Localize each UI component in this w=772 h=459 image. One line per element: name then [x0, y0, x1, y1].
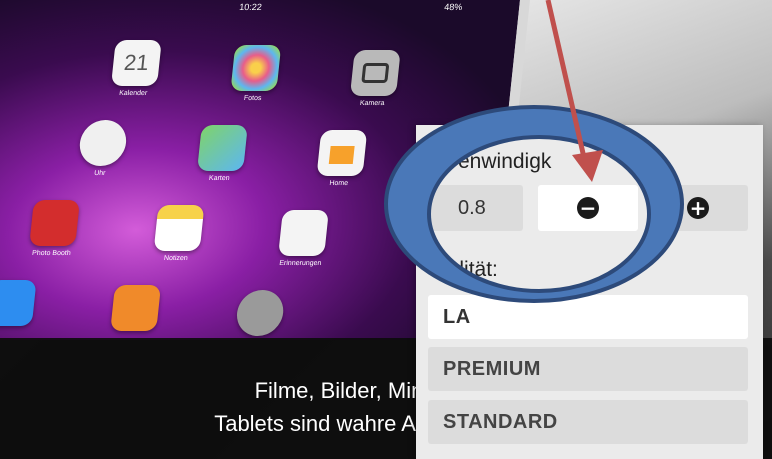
app-label: Kalender	[118, 90, 148, 97]
settings-app-icon	[234, 290, 286, 336]
speed-label: enwindigk	[458, 150, 552, 173]
subtitle-line-1: Filme, Bilder, Minibür	[254, 378, 460, 403]
camera-app-icon	[349, 50, 401, 96]
calendar-app-icon: 21	[110, 40, 162, 86]
speed-increase-button[interactable]: +	[648, 185, 748, 231]
quality-option[interactable]: PREMIUM	[428, 347, 748, 391]
app-label: Notizen	[163, 255, 189, 262]
tablet-status-bar: 10:22 48%	[0, 2, 510, 16]
quality-label: ualität:	[436, 258, 498, 281]
maps-app-icon	[197, 125, 248, 171]
quality-option-label: STANDARD	[443, 410, 558, 433]
video-subtitle: Filme, Bilder, Minibür Tablets sind wahr…	[60, 374, 460, 440]
clock-app-icon	[77, 120, 129, 166]
quality-option-label: LA	[443, 305, 471, 328]
camera-lens-icon	[361, 63, 390, 83]
app-label: Erinnerungen	[278, 260, 322, 267]
app-label: Uhr	[93, 170, 106, 177]
app-label: Karten	[208, 175, 230, 182]
quality-option-label: PREMIUM	[443, 357, 541, 380]
speed-value-field[interactable]: 0.8	[428, 185, 523, 231]
app-label: Fotos	[243, 95, 262, 102]
photos-app-icon	[230, 45, 282, 91]
app-store-icon	[0, 280, 37, 326]
minus-circle-icon: −	[577, 197, 599, 219]
calendar-day: 21	[122, 50, 150, 75]
app-label: Photo Booth	[31, 250, 71, 257]
player-settings-panel: enwindigk 0.8 − + ualität: LA PREMIUM ST…	[416, 125, 763, 459]
house-icon	[328, 146, 355, 164]
notes-app-icon	[153, 205, 205, 251]
app-label: Home	[329, 180, 349, 187]
books-app-icon	[110, 285, 162, 331]
status-time: 10:22	[238, 2, 263, 12]
quality-option[interactable]: STANDARD	[428, 400, 748, 444]
quality-option-selected[interactable]: LA	[428, 295, 748, 339]
photo-booth-app-icon	[29, 200, 80, 246]
speed-decrease-button[interactable]: −	[538, 185, 638, 231]
plus-circle-icon: +	[687, 197, 709, 219]
status-battery: 48%	[443, 2, 463, 12]
home-app-icon	[316, 130, 368, 176]
speed-value: 0.8	[458, 196, 486, 219]
app-label: Kamera	[359, 100, 385, 107]
reminders-app-icon	[278, 210, 329, 256]
subtitle-line-2: Tablets sind wahre Allesk	[214, 411, 460, 436]
